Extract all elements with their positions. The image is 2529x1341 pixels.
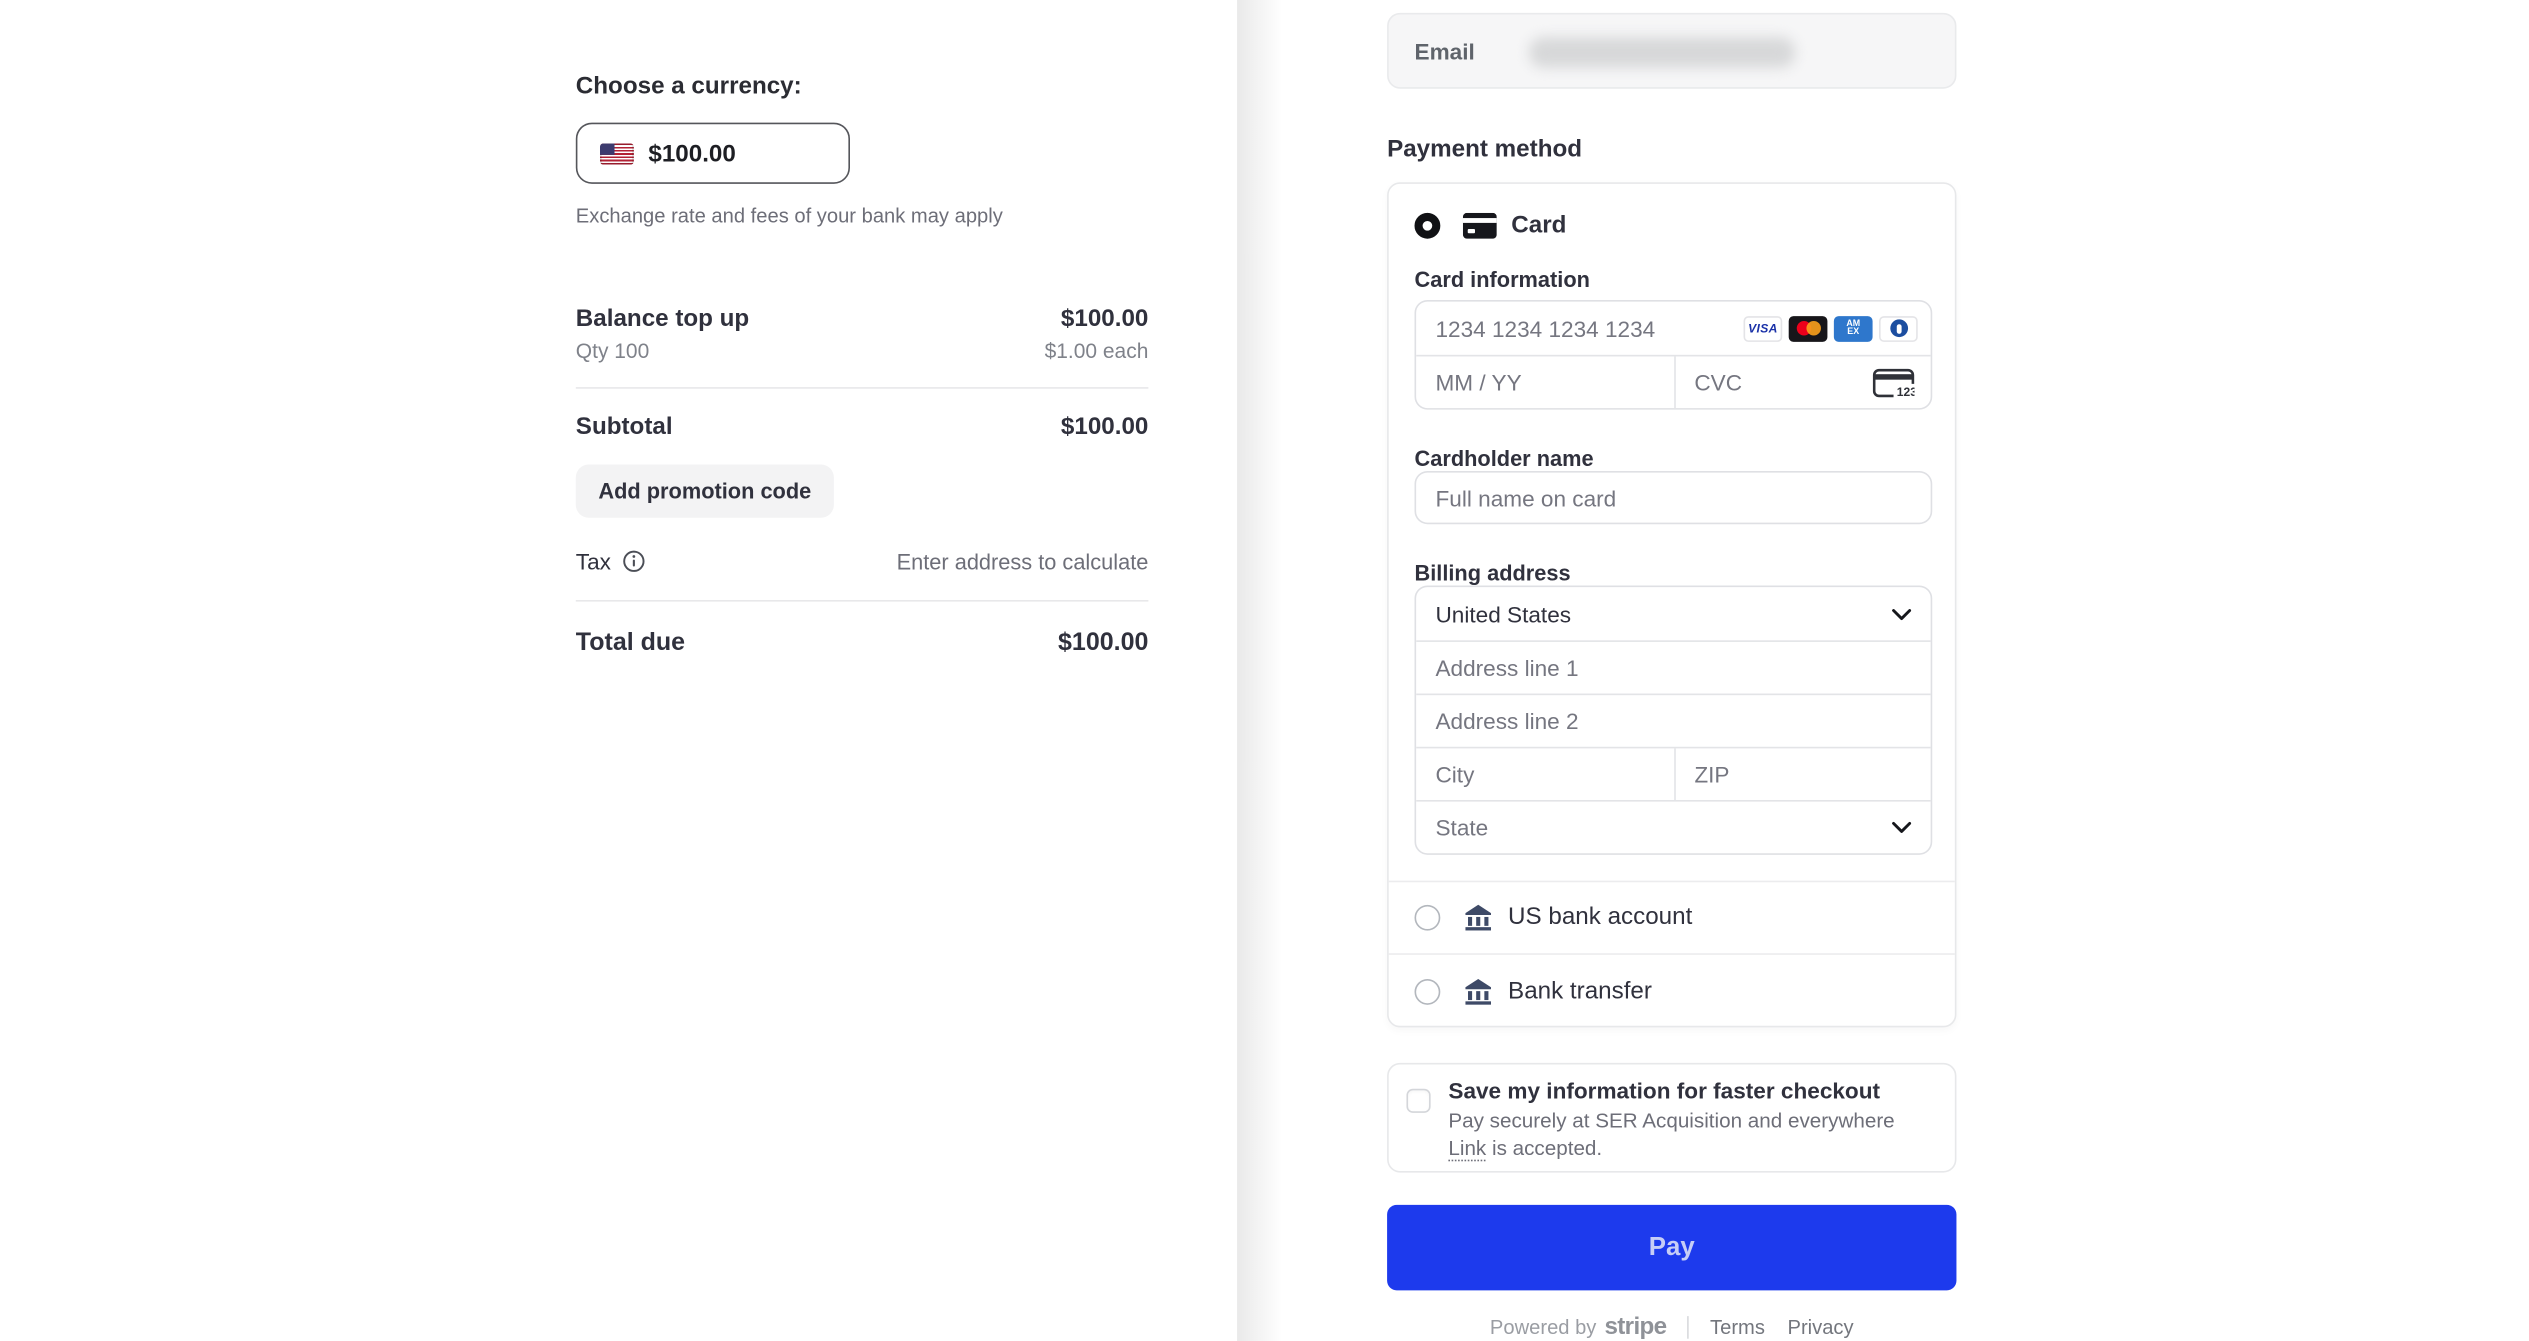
- checkout-footer: Powered by stripe Terms Privacy: [1387, 1313, 1956, 1340]
- privacy-link[interactable]: Privacy: [1787, 1315, 1853, 1338]
- credit-card-icon: [1463, 212, 1497, 238]
- card-radio-selected[interactable]: [1415, 212, 1441, 238]
- powered-by-label: Powered by: [1490, 1315, 1596, 1338]
- card-expiry-input[interactable]: [1416, 356, 1673, 408]
- line-item-row: Balance top up $100.00: [576, 305, 1149, 332]
- expiry-cell: [1416, 356, 1673, 408]
- chevron-down-icon: [1892, 607, 1911, 620]
- city-cell: [1416, 748, 1673, 800]
- cardholder-name-input[interactable]: [1416, 473, 1931, 523]
- cvc-card-icon: 123: [1873, 367, 1915, 398]
- summary-divider: [576, 600, 1149, 602]
- link-link[interactable]: Link: [1448, 1135, 1486, 1161]
- city-input[interactable]: [1416, 748, 1673, 800]
- svg-text:123: 123: [1897, 384, 1915, 397]
- cardholder-name-label: Cardholder name: [1415, 447, 1594, 471]
- currency-heading: Choose a currency:: [576, 73, 802, 100]
- city-zip-row: [1416, 747, 1931, 800]
- visa-icon: VISA: [1744, 315, 1783, 341]
- terms-link[interactable]: Terms: [1710, 1315, 1765, 1338]
- address-line1-input[interactable]: [1416, 642, 1931, 694]
- us-bank-radio[interactable]: [1415, 904, 1441, 930]
- panel-divider-shadow: [1237, 0, 1282, 1341]
- stripe-logo[interactable]: stripe: [1604, 1313, 1666, 1340]
- payment-option-us-bank[interactable]: US bank account: [1415, 881, 1933, 954]
- line-item-qty: Qty 100: [576, 339, 649, 363]
- payment-method-heading: Payment method: [1387, 135, 1582, 162]
- mastercard-icon: [1789, 315, 1828, 341]
- email-value-redacted: [1529, 37, 1795, 68]
- card-information-label: Card information: [1415, 268, 1590, 292]
- country-value: United States: [1435, 601, 1571, 627]
- chevron-down-icon: [1892, 821, 1911, 834]
- save-info-description: Pay securely at SER Acquisition and ever…: [1448, 1108, 1925, 1161]
- email-label: Email: [1415, 39, 1475, 65]
- total-due-amount: $100.00: [1058, 629, 1148, 658]
- billing-address-label: Billing address: [1415, 561, 1571, 585]
- add-promotion-code-button[interactable]: Add promotion code: [576, 465, 834, 518]
- total-due-label: Total due: [576, 629, 685, 658]
- card-brand-badges: VISA AMEX: [1744, 315, 1918, 341]
- bank-icon: [1463, 902, 1494, 933]
- amex-icon: AMEX: [1834, 315, 1873, 341]
- diners-icon: [1879, 315, 1918, 341]
- line-item-unit-price: $1.00 each: [1045, 339, 1149, 363]
- card-cvc-input[interactable]: [1675, 356, 1873, 408]
- checkout-page: Choose a currency: $100.00 Exchange rate…: [0, 0, 2529, 1341]
- state-select[interactable]: State: [1416, 800, 1931, 853]
- summary-divider: [576, 387, 1149, 389]
- save-info-checkbox[interactable]: [1406, 1089, 1430, 1113]
- payment-option-card[interactable]: Card: [1415, 211, 1567, 238]
- state-value: State: [1435, 815, 1488, 841]
- save-info-title: Save my information for faster checkout: [1448, 1077, 1880, 1103]
- save-info-box: Save my information for faster checkout …: [1387, 1063, 1956, 1173]
- currency-selector[interactable]: $100.00: [576, 123, 850, 184]
- info-icon[interactable]: [622, 550, 645, 573]
- bank-transfer-radio[interactable]: [1415, 978, 1441, 1004]
- card-number-input[interactable]: [1416, 302, 1743, 355]
- billing-address-group: United States: [1415, 585, 1933, 854]
- zip-cell: [1673, 748, 1930, 800]
- subtotal-row: Subtotal $100.00: [576, 413, 1149, 440]
- payment-method-panel: Card Card information VISA AMEX: [1387, 182, 1956, 1027]
- bank-icon: [1463, 976, 1494, 1007]
- email-field[interactable]: Email: [1387, 13, 1956, 89]
- subtotal-amount: $100.00: [1061, 413, 1148, 440]
- expiry-cvc-row: 123: [1416, 355, 1931, 408]
- footer-divider: [1687, 1315, 1689, 1338]
- tax-value: Enter address to calculate: [897, 549, 1149, 573]
- payment-option-bank-transfer[interactable]: Bank transfer: [1415, 953, 1933, 1029]
- line-item-qty-row: Qty 100 $1.00 each: [576, 339, 1149, 363]
- subtotal-label: Subtotal: [576, 413, 673, 440]
- pay-button[interactable]: Pay: [1387, 1205, 1956, 1290]
- cardholder-name-field: [1415, 471, 1933, 524]
- card-option-label: Card: [1511, 211, 1566, 238]
- address2-row: [1416, 694, 1931, 747]
- tax-row: Tax Enter address to calculate: [576, 548, 1149, 574]
- us-flag-icon: [600, 143, 634, 164]
- address1-row: [1416, 640, 1931, 693]
- line-item-name: Balance top up: [576, 305, 749, 332]
- address-line2-input[interactable]: [1416, 695, 1931, 747]
- bank-transfer-label: Bank transfer: [1508, 977, 1652, 1004]
- tax-label: Tax: [576, 548, 611, 574]
- line-item-amount: $100.00: [1061, 305, 1148, 332]
- zip-input[interactable]: [1675, 748, 1931, 800]
- exchange-rate-note: Exchange rate and fees of your bank may …: [576, 205, 1003, 228]
- us-bank-label: US bank account: [1508, 903, 1692, 930]
- cvc-cell: 123: [1673, 356, 1930, 408]
- card-number-row: VISA AMEX: [1416, 302, 1931, 355]
- currency-amount: $100.00: [648, 140, 735, 167]
- card-information-group: VISA AMEX: [1415, 300, 1933, 410]
- country-select[interactable]: United States: [1416, 587, 1931, 640]
- total-due-row: Total due $100.00: [576, 629, 1149, 658]
